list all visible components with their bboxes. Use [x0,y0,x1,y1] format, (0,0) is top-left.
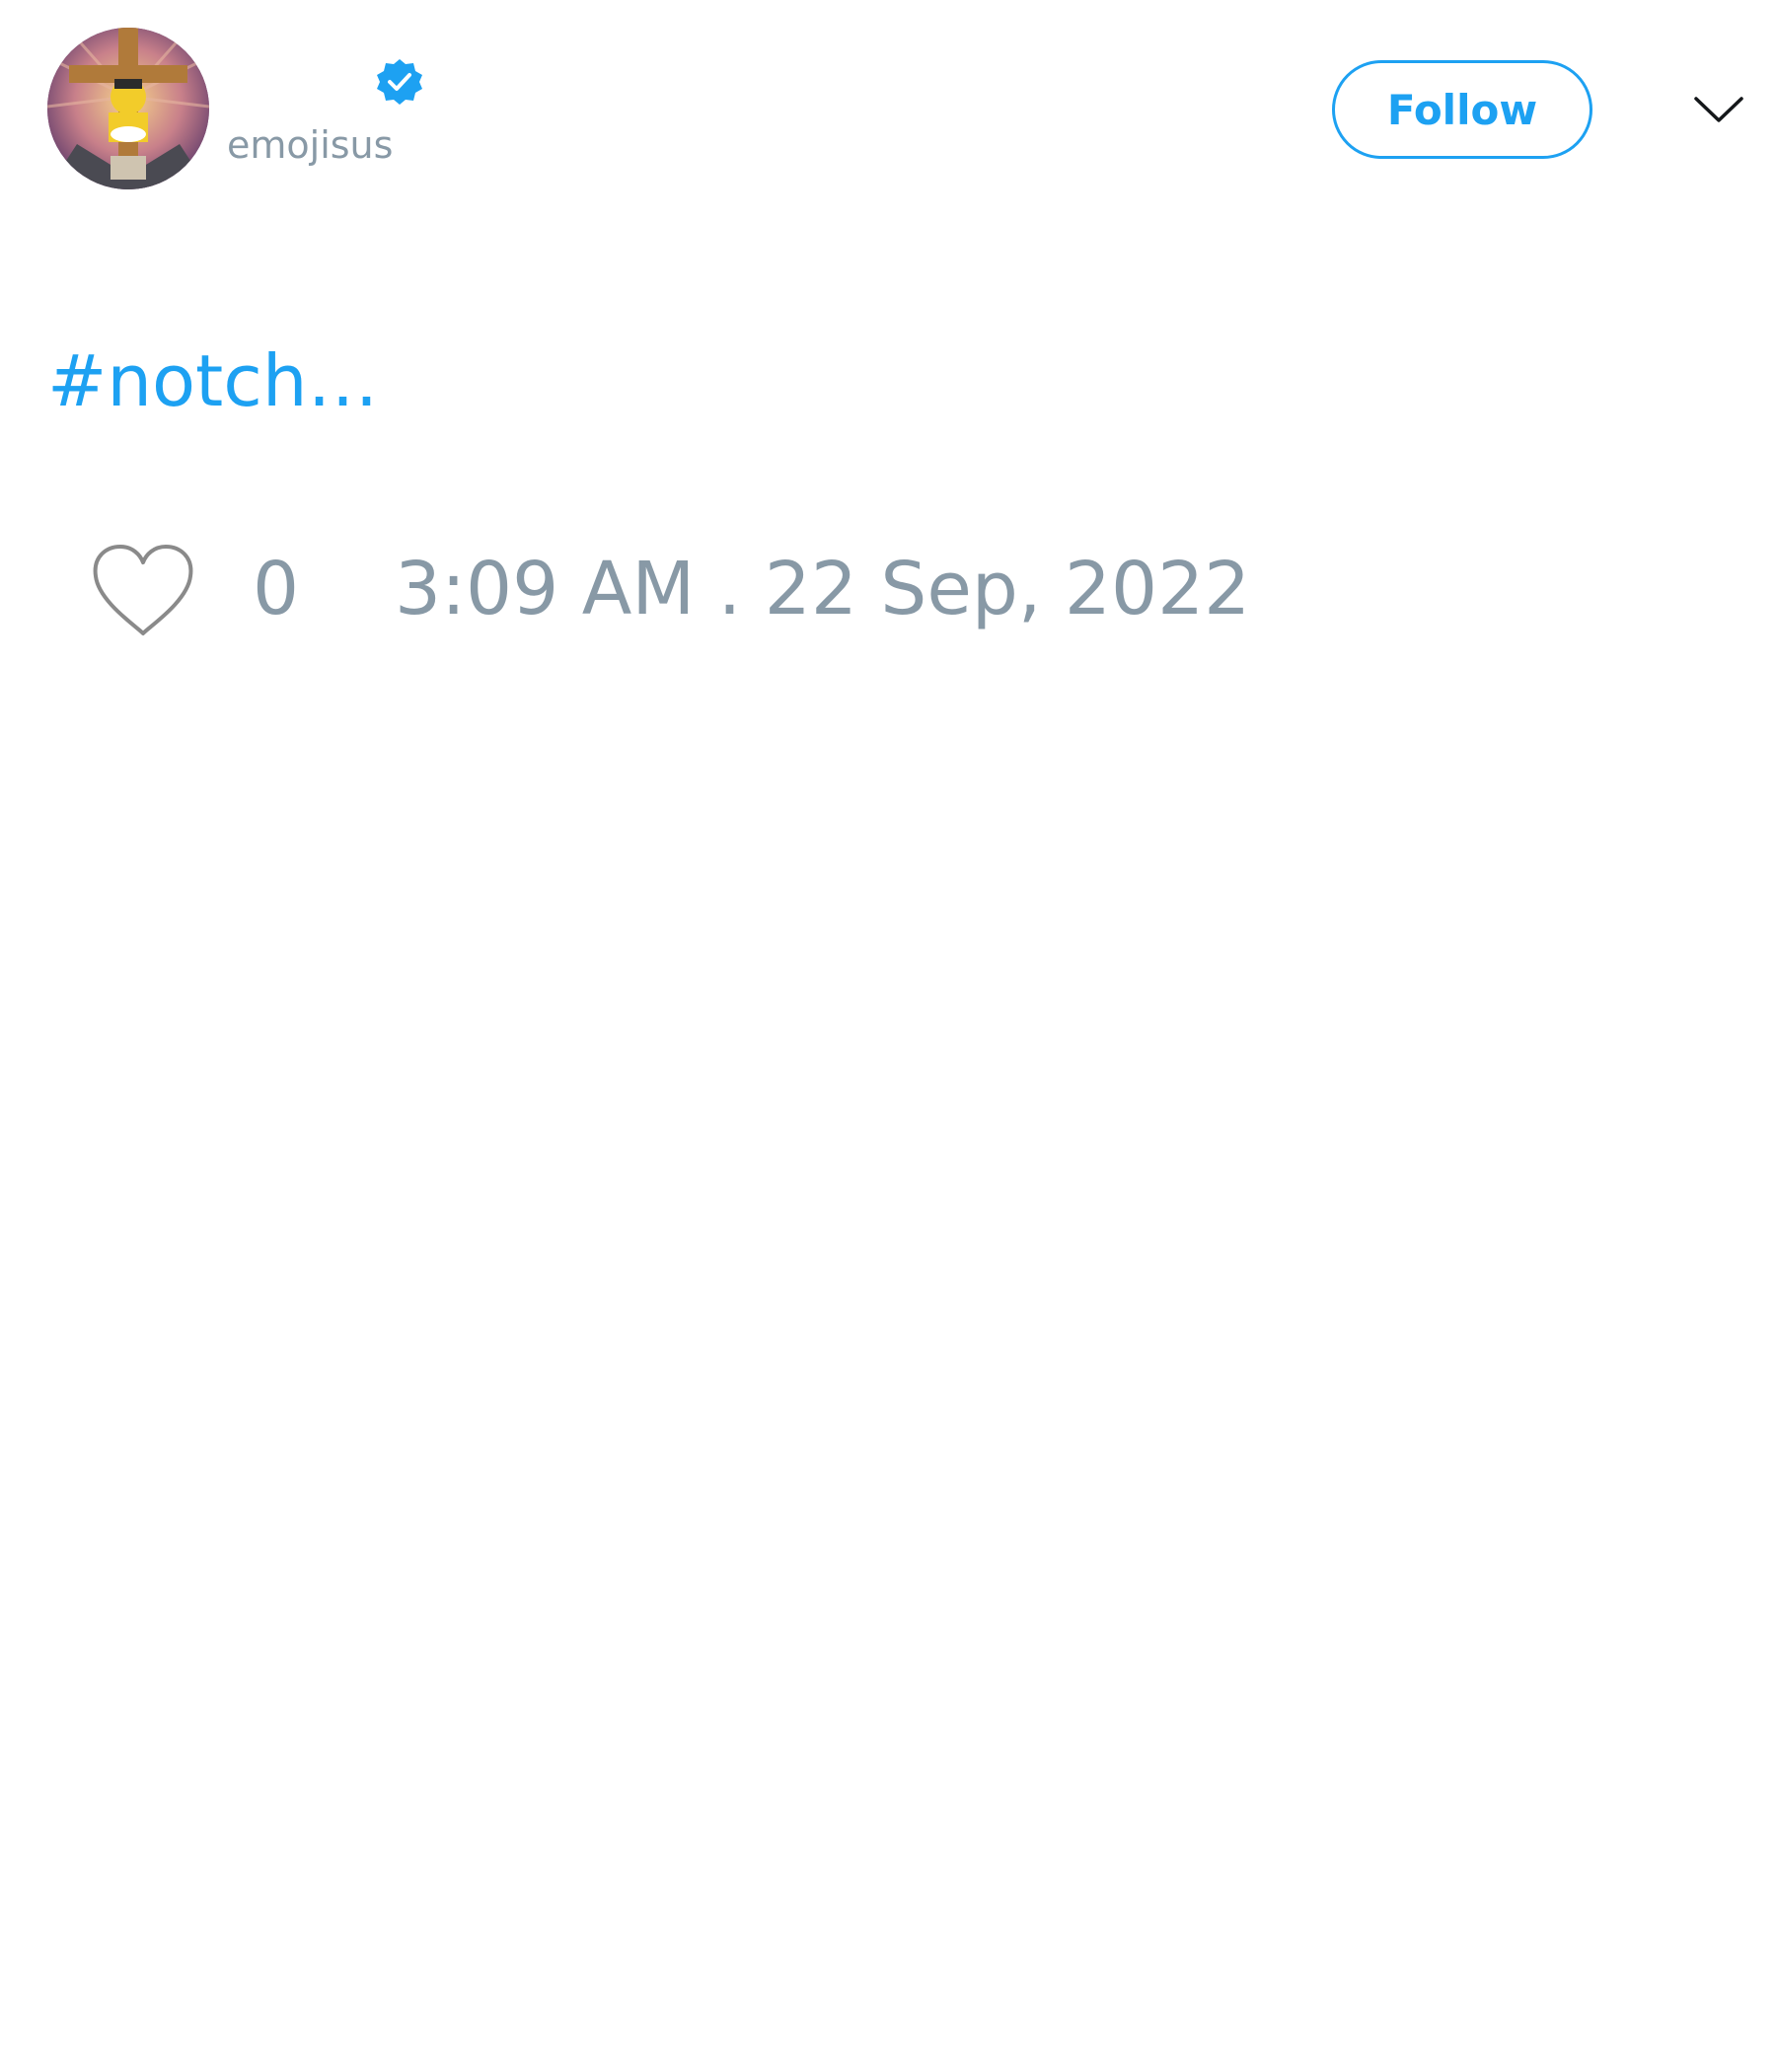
tweet-text[interactable]: #notch… [47,345,378,416]
avatar-icon [47,28,209,189]
chevron-down-icon[interactable] [1693,91,1744,126]
follow-button[interactable]: Follow [1332,60,1592,159]
tweet-header: emojisus Follow [0,0,1776,227]
author-handle[interactable]: emojisus [227,126,393,164]
avatar[interactable] [47,28,209,189]
tweet-footer: 0 3:09 AM . 22 Sep, 2022 [0,533,1776,651]
heart-icon[interactable] [91,543,195,637]
verified-badge-icon [377,59,422,105]
like-count: 0 [253,547,300,631]
tweet-timestamp[interactable]: 3:09 AM . 22 Sep, 2022 [395,553,1250,626]
